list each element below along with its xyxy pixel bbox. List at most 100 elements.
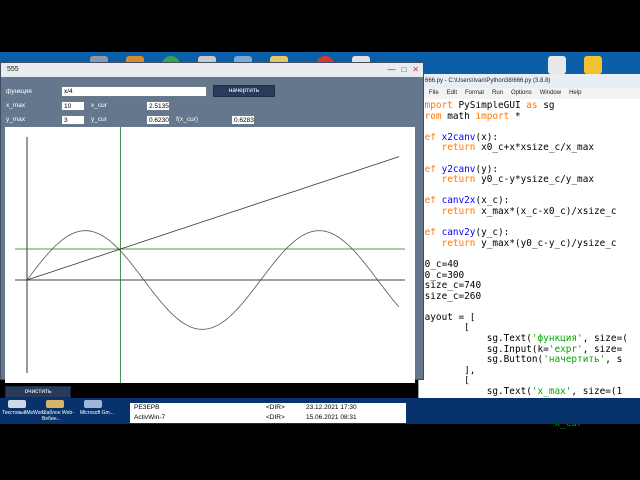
desktop-icon[interactable] xyxy=(46,400,64,408)
desktop-icon-label: Шаблон Web-Вебин... xyxy=(42,410,74,422)
code-line: xsize_c=740 xyxy=(419,281,640,292)
x-max-input[interactable]: 10 xyxy=(61,101,85,111)
code-line: sg.Text('функция', size=( xyxy=(419,334,640,345)
editor-menu-item[interactable]: Run xyxy=(492,90,503,96)
file-date: 23.12.2021 17:30 xyxy=(306,404,357,411)
y-max-input[interactable]: 3 xyxy=(61,115,85,125)
code-line: import PySimpleGUI as sg xyxy=(419,101,640,112)
app-icon[interactable] xyxy=(548,56,566,74)
code-line: [ xyxy=(419,323,640,334)
file-type: <DIR> xyxy=(266,404,285,411)
canvas-background xyxy=(5,127,415,383)
code-line: return y0_c-y*ysize_c/y_max xyxy=(419,175,640,186)
window-titlebar[interactable]: 555 xyxy=(1,63,423,77)
folder-icon[interactable] xyxy=(584,56,602,74)
code-line: return x_max*(x_c-x0_c)/xsize_c xyxy=(419,207,640,218)
editor-menu-item[interactable]: Format xyxy=(465,90,484,96)
code-token: ], xyxy=(419,365,476,376)
code-line: return x0_c+x*xsize_c/x_max xyxy=(419,143,640,154)
plot-canvas[interactable] xyxy=(5,127,415,383)
editor-menu-item[interactable]: Edit xyxy=(447,90,457,96)
code-token: (x_c): xyxy=(475,196,510,207)
f-x-cur-label: f(x_cur) xyxy=(176,116,199,123)
code-token: y2canv xyxy=(435,164,476,175)
editor-menu-item[interactable]: Options xyxy=(511,90,532,96)
code-token: x0_c=40 xyxy=(419,259,459,270)
y-cur-input[interactable]: 0.6230 xyxy=(146,115,170,125)
desktop-icon[interactable] xyxy=(84,400,102,408)
code-token: , size=(1 xyxy=(571,387,623,398)
code-token: sg xyxy=(537,101,555,111)
window-controls: — □ ✕ xyxy=(387,65,419,75)
code-line: sg.Button('начертить', s xyxy=(419,355,640,366)
editor-menu-item[interactable]: File xyxy=(429,90,439,96)
code-token: (x): xyxy=(475,132,499,143)
code-token: sg.Button( xyxy=(419,355,544,366)
code-line: return y_max*(y0_c-y_c)/ysize_c xyxy=(419,239,640,250)
code-token: canv2y xyxy=(435,228,476,239)
file-name: РЕЗЕРВ xyxy=(134,404,160,411)
code-token: x2canv xyxy=(435,132,476,143)
code-token: x_max*(x_c-x0_c)/xsize_c xyxy=(475,206,617,217)
editor-menu-item[interactable]: Window xyxy=(540,90,561,96)
x-cur-label: x_cur xyxy=(91,102,107,109)
desktop-icon[interactable] xyxy=(8,400,26,408)
file-row[interactable]: ActivWin-7 <DIR> 15.06.2021 08:31 xyxy=(130,413,406,423)
code-token: sg.Text( xyxy=(419,387,532,398)
code-token: 'функция' xyxy=(531,334,583,345)
close-button[interactable]: ✕ xyxy=(412,65,419,75)
file-manager-panel: РЕЗЕРВ <DIR> 23.12.2021 17:30 ActivWin-7… xyxy=(130,403,406,423)
code-token: return xyxy=(441,206,476,217)
y-max-label: y_max xyxy=(6,116,26,123)
clear-button[interactable]: очистить xyxy=(5,386,71,398)
minimize-button[interactable]: — xyxy=(387,65,395,75)
code-token: x0_c+x*xsize_c/x_max xyxy=(475,143,594,154)
code-line: ], xyxy=(419,366,640,377)
code-line: layout = [ xyxy=(419,313,640,324)
desktop-icon-label: Microsoft Gm... xyxy=(80,410,114,416)
file-name: ActivWin-7 xyxy=(134,414,166,421)
code-line: x0_c=40 xyxy=(419,260,640,271)
editor-menu: File Edit Format Run Options Window Help xyxy=(419,88,640,99)
code-line: sg.Text('x_max', size=(1 xyxy=(419,387,640,398)
desktop-icon-label: ТекстовыйMsWord xyxy=(2,410,45,416)
code-token: return xyxy=(441,175,476,186)
code-line: sg.Input(k='expr', size= xyxy=(419,345,640,356)
code-token: ysize_c=260 xyxy=(419,291,482,302)
code-token: as xyxy=(526,101,538,111)
x-max-label: x_max xyxy=(6,102,26,109)
maximize-button[interactable]: □ xyxy=(401,65,406,75)
code-token: y0_c=300 xyxy=(419,270,465,281)
code-token: 'expr' xyxy=(548,344,583,355)
code-line: def x2canv(x): xyxy=(419,133,640,144)
code-editor-window: 666.py - C:\Users\Ivan\Python38\666.py (… xyxy=(418,74,640,429)
code-line: def canv2y(y_c): xyxy=(419,228,640,239)
code-token: sg.Text( xyxy=(419,334,532,345)
code-line: [ xyxy=(419,376,640,387)
function-input[interactable]: x/4 xyxy=(61,86,207,97)
code-line: from math import * xyxy=(419,112,640,123)
file-row[interactable]: РЕЗЕРВ <DIR> 23.12.2021 17:30 xyxy=(130,403,406,413)
code-token: return xyxy=(441,238,476,249)
file-type: <DIR> xyxy=(266,414,285,421)
editor-menu-item[interactable]: Help xyxy=(569,90,581,96)
y-cur-label: y_cur xyxy=(91,116,107,123)
f-x-cur-input[interactable]: 0.6283 xyxy=(231,115,255,125)
code-token: PySimpleGUI xyxy=(452,101,527,111)
code-token: sg.Input(k= xyxy=(419,344,549,355)
plot-button[interactable]: начертить xyxy=(213,85,275,97)
window-title: 555 xyxy=(7,66,19,73)
code-token: canv2x xyxy=(435,196,476,207)
code-token: layout = [ xyxy=(419,312,476,323)
code-token: y0_c-y*ysize_c/y_max xyxy=(475,175,594,186)
code-line: ysize_c=260 xyxy=(419,292,640,303)
plotter-window: 555 — □ ✕ функция x/4 начертить x_max 10… xyxy=(0,62,424,398)
editor-code-area[interactable]: import PySimpleGUI as sg from math import… xyxy=(419,99,640,429)
code-token: y_max*(y0_c-y_c)/ysize_c xyxy=(475,238,617,249)
x-cur-input[interactable]: 2.5135 xyxy=(146,101,170,111)
